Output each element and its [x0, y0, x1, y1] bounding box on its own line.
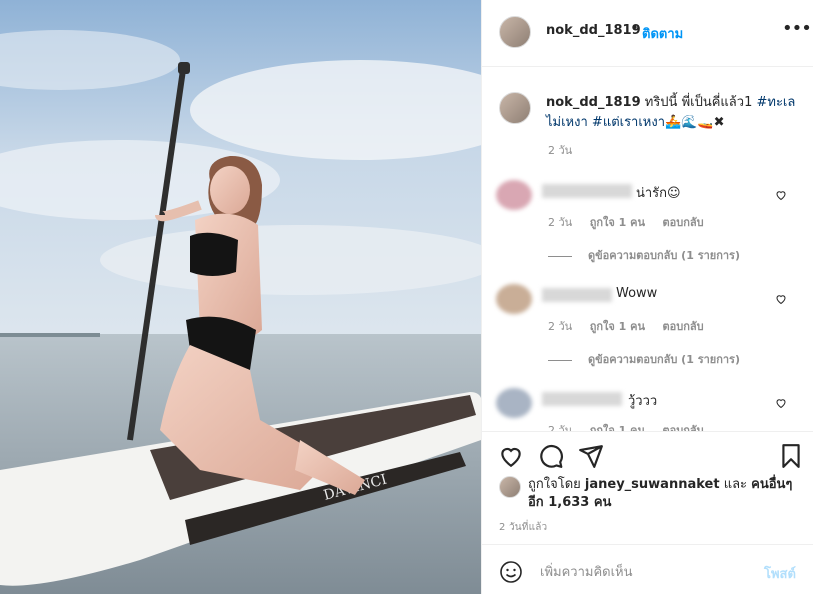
comment-bubble-icon[interactable] — [538, 443, 564, 469]
comment-meta: 2 วัน ถูกใจ 1 คน ตอบกลับ — [548, 213, 718, 231]
commenter-username-blurred[interactable] — [542, 392, 622, 406]
like-heart-icon[interactable] — [498, 443, 524, 469]
liked-by-middle: และ — [719, 477, 752, 492]
commenter-avatar[interactable] — [496, 388, 532, 418]
save-bookmark-icon[interactable] — [778, 443, 804, 469]
header-separator: • — [631, 21, 639, 36]
view-replies-label: ดูข้อความตอบกลับ (1 รายการ) — [588, 353, 740, 366]
view-replies-button[interactable]: ดูข้อความตอบกลับ (1 รายการ) — [548, 246, 740, 264]
like-comment-heart-icon[interactable] — [775, 397, 787, 409]
likes-summary: ถูกใจโดย janey_suwannaket และ คนอื่นๆ อี… — [528, 476, 798, 512]
caption-timestamp[interactable]: 2 วัน — [548, 141, 572, 159]
post-photo[interactable]: DAVINCI — [0, 0, 481, 594]
add-comment-section: โพสต์ — [482, 544, 813, 595]
commenter-username-blurred[interactable] — [542, 184, 632, 198]
comment-text: วู้ววว — [628, 394, 658, 409]
reply-button[interactable]: ตอบกลับ — [663, 320, 704, 333]
emoji-smiley-icon[interactable] — [499, 560, 523, 584]
comment-likes[interactable]: ถูกใจ 1 คน — [590, 320, 645, 333]
liked-by-prefix: ถูกใจโดย — [528, 477, 585, 492]
post-timestamp[interactable]: 2 วันที่แล้ว — [499, 520, 547, 535]
caption-emojis: 🚣🌊🚤✖ — [665, 115, 725, 130]
like-comment-heart-icon[interactable] — [775, 293, 787, 305]
caption-username[interactable]: nok_dd_1819 — [546, 95, 641, 110]
follow-button[interactable]: ติดตาม — [642, 23, 683, 44]
author-username[interactable]: nok_dd_1819 — [546, 23, 641, 38]
liker-avatar[interactable] — [499, 476, 521, 498]
comment-time[interactable]: 2 วัน — [548, 216, 572, 229]
comment-input[interactable] — [538, 560, 742, 584]
post-caption: nok_dd_1819 ทริปนี้ พี่เป็นคี่แล้ว1 #ทะเ… — [546, 93, 796, 133]
comment-likes[interactable]: ถูกใจ 1 คน — [590, 216, 645, 229]
comment-text: Woww — [616, 286, 658, 301]
hashtag-link[interactable]: #แต่เราเหงา — [592, 115, 665, 130]
caption-text: ทริปนี้ พี่เป็นคี่แล้ว1 — [640, 95, 757, 110]
replies-divider-line — [548, 255, 572, 257]
post-comment-button[interactable]: โพสต์ — [764, 563, 796, 584]
commenter-avatar[interactable] — [496, 284, 532, 314]
author-avatar[interactable] — [499, 16, 531, 48]
post-actions-section: ถูกใจโดย janey_suwannaket และ คนอื่นๆ อี… — [482, 431, 813, 594]
share-send-icon[interactable] — [578, 443, 604, 469]
post-side-panel: nok_dd_1819 • ติดตาม ••• nok_dd_1819 ทริ… — [481, 0, 813, 594]
replies-divider-line — [548, 359, 572, 361]
comment-time[interactable]: 2 วัน — [548, 320, 572, 333]
liked-by-username[interactable]: janey_suwannaket — [585, 477, 720, 492]
reply-button[interactable]: ตอบกลับ — [663, 216, 704, 229]
commenter-avatar[interactable] — [496, 180, 532, 210]
view-replies-label: ดูข้อความตอบกลับ (1 รายการ) — [588, 249, 740, 262]
post-header: nok_dd_1819 • ติดตาม ••• — [482, 0, 813, 67]
view-replies-button[interactable]: ดูข้อความตอบกลับ (1 รายการ) — [548, 350, 740, 368]
comment-meta: 2 วัน ถูกใจ 1 คน ตอบกลับ — [548, 317, 718, 335]
commenter-username-blurred[interactable] — [542, 288, 612, 302]
more-horizontal-icon[interactable]: ••• — [782, 18, 812, 39]
like-comment-heart-icon[interactable] — [775, 189, 787, 201]
caption-author-avatar[interactable] — [499, 92, 531, 124]
comment-text: น่ารัก☺ — [636, 186, 681, 201]
